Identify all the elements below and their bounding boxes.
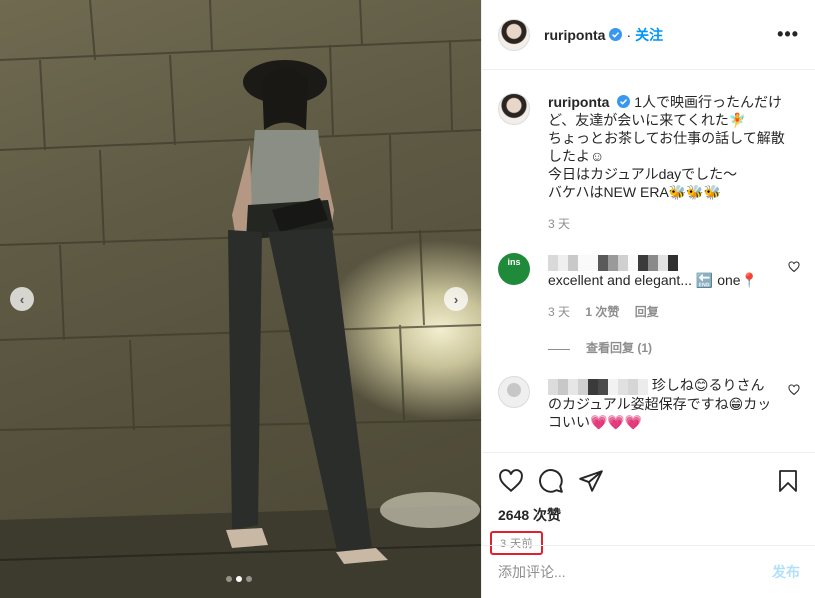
redacted-username bbox=[548, 255, 678, 272]
like-comment-heart-icon[interactable] bbox=[788, 261, 800, 273]
chevron-left-icon: ‹ bbox=[19, 291, 25, 307]
verified-badge-icon bbox=[609, 28, 623, 41]
comment-likes-count[interactable]: 1 次赞 bbox=[585, 305, 619, 319]
chevron-right-icon: › bbox=[453, 291, 459, 307]
comment-meta: 3 天 1 次赞 回复 bbox=[548, 303, 776, 321]
author-avatar[interactable] bbox=[498, 93, 530, 125]
author-username[interactable]: ruriponta bbox=[544, 27, 605, 43]
comment-time[interactable]: 3 天 bbox=[548, 305, 570, 319]
caption-time[interactable]: 3 天 bbox=[548, 217, 570, 231]
comment-input[interactable] bbox=[498, 564, 772, 580]
like-comment-heart-icon[interactable] bbox=[788, 384, 800, 396]
carousel-dot-active bbox=[236, 576, 242, 582]
comment-item: ins excellent and elegant... 🔚 one📍 3 天 … bbox=[498, 253, 800, 321]
post-header: ruriponta · 关注 ••• bbox=[482, 0, 815, 70]
previous-photo-button[interactable]: ‹ bbox=[10, 287, 34, 311]
separator-dot: · bbox=[626, 26, 632, 43]
post-actions: 2648 次赞 3 天前 bbox=[482, 452, 815, 555]
comment-bubble-icon[interactable] bbox=[538, 468, 564, 494]
reply-button[interactable]: 回复 bbox=[635, 305, 659, 319]
caption: ruriponta 1人で映画行ったんだけど、友達が会いに来てくれた🧚 ちょっと… bbox=[498, 93, 800, 233]
save-bookmark-icon[interactable] bbox=[776, 468, 800, 494]
photo-scene bbox=[0, 0, 481, 598]
caption-line: 今日はカジュアルdayでした～ bbox=[548, 166, 738, 182]
next-photo-button[interactable]: › bbox=[444, 287, 468, 311]
caption-meta: 3 天 bbox=[548, 215, 788, 233]
caption-line: バケハはNEW ERA🐝🐝🐝 bbox=[548, 184, 722, 200]
action-icons bbox=[498, 461, 800, 501]
caption-text: ruriponta 1人で映画行ったんだけど、友達が会いに来てくれた🧚 ちょっと… bbox=[548, 93, 788, 201]
commenter-avatar[interactable] bbox=[498, 376, 530, 409]
comments-list[interactable]: ruriponta 1人で映画行ったんだけど、友達が会いに来てくれた🧚 ちょっと… bbox=[482, 71, 815, 451]
carousel-dot bbox=[226, 576, 232, 582]
share-paper-plane-icon[interactable] bbox=[578, 468, 604, 494]
comment-item: 珍しね😊るりさんのカジュアル姿超保存ですね😁カッコいい💗💗💗 bbox=[498, 376, 800, 430]
carousel-dot bbox=[246, 576, 252, 582]
post-comment-button[interactable]: 发布 bbox=[772, 562, 800, 582]
redacted-username bbox=[548, 378, 648, 395]
view-replies-button[interactable]: 查看回复 (1) bbox=[548, 339, 800, 356]
like-heart-icon[interactable] bbox=[498, 468, 524, 494]
carousel-indicator bbox=[226, 576, 252, 582]
commenter-avatar-text: ins bbox=[507, 257, 521, 267]
author-avatar[interactable] bbox=[498, 18, 530, 51]
likes-count[interactable]: 2648 次赞 bbox=[498, 505, 800, 525]
comment-body: excellent and elegant... 🔚 one📍 bbox=[548, 272, 758, 289]
comment-text: 珍しね😊るりさんのカジュアル姿超保存ですね😁カッコいい💗💗💗 bbox=[548, 376, 776, 430]
commenter-avatar[interactable]: ins bbox=[498, 253, 530, 285]
add-comment-bar: 发布 bbox=[482, 545, 815, 598]
comment-text: excellent and elegant... 🔚 one📍 bbox=[548, 253, 776, 289]
follow-button[interactable]: 关注 bbox=[635, 25, 663, 45]
caption-line: ちょっとお茶してお仕事の話して解散したよ☺ bbox=[548, 130, 785, 164]
more-options-button[interactable]: ••• bbox=[777, 24, 799, 45]
caption-username[interactable]: ruriponta bbox=[548, 94, 609, 110]
verified-badge-icon bbox=[617, 95, 631, 108]
post-details-panel: ruriponta · 关注 ••• ruriponta 1人で映画行ったんだけ… bbox=[481, 0, 815, 598]
post-photo[interactable]: ‹ › bbox=[0, 0, 481, 598]
